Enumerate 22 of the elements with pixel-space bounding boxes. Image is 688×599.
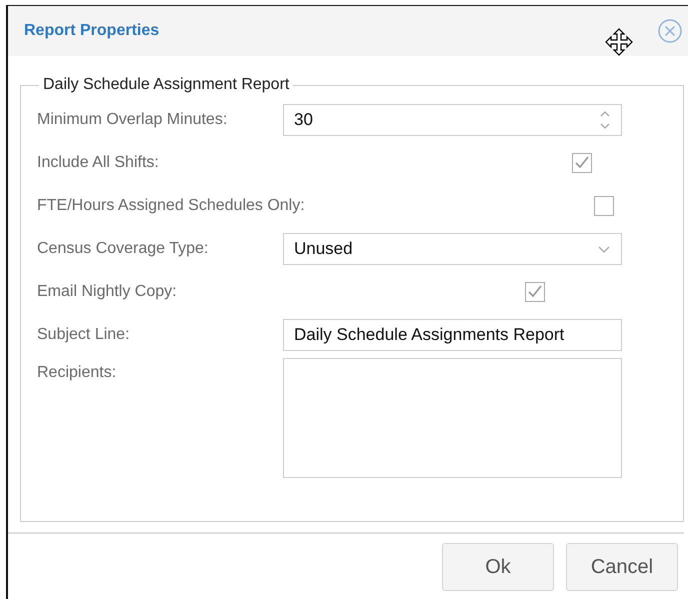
text-field[interactable]: Daily Schedule Assignments Report	[283, 318, 622, 350]
window-title: Report Properties	[24, 22, 160, 40]
checkbox[interactable]	[594, 196, 614, 216]
chevron-down-icon[interactable]	[597, 244, 611, 254]
group-legend: Daily Schedule Assignment Report	[39, 76, 294, 94]
textarea-field[interactable]	[283, 358, 622, 478]
field-label: Email Nightly Copy:	[37, 282, 178, 300]
close-icon[interactable]	[657, 18, 683, 44]
checkbox[interactable]	[572, 152, 592, 172]
spinner-icon[interactable]	[599, 108, 611, 130]
number-field[interactable]: 30	[283, 104, 622, 136]
dropdown-field[interactable]: Unused	[283, 232, 622, 264]
dialog-button[interactable]: Cancel	[566, 543, 678, 591]
checkbox[interactable]	[525, 282, 545, 302]
field-label: Include All Shifts:	[37, 154, 160, 172]
field-label: Minimum Overlap Minutes:	[37, 110, 228, 128]
field-label: Census Coverage Type:	[37, 240, 210, 258]
field-label: Recipients:	[37, 363, 118, 382]
field-label: Subject Line:	[37, 326, 131, 344]
move-icon[interactable]	[604, 28, 634, 56]
dialog-button[interactable]: Ok	[442, 543, 554, 591]
field-label: FTE/Hours Assigned Schedules Only:	[37, 196, 305, 214]
